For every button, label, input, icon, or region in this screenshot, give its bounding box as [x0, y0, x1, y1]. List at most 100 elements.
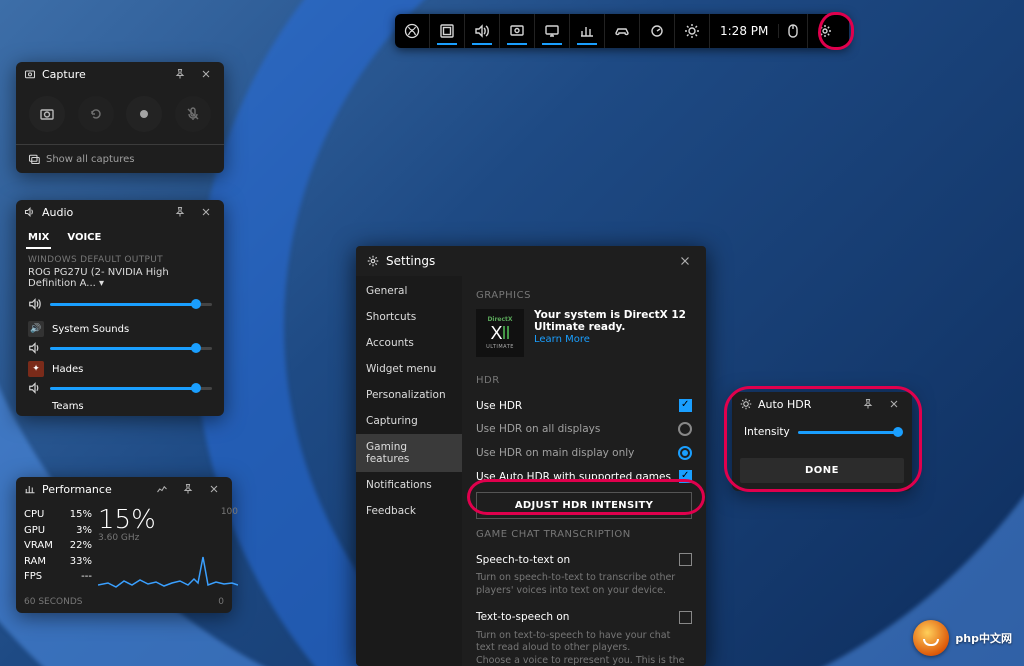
watermark: php中文网 [913, 620, 1012, 656]
settings-header[interactable]: Settings [356, 246, 706, 276]
nav-general[interactable]: General [356, 278, 462, 304]
gear-icon [366, 254, 380, 268]
mouse-button[interactable] [779, 14, 808, 48]
stt-sub: Turn on speech-to-text to transcribe oth… [476, 572, 692, 598]
audio-header[interactable]: Audio [16, 200, 224, 224]
system-sounds-slider[interactable] [50, 347, 212, 350]
hdr-section: HDR [476, 375, 692, 386]
record-icon [136, 106, 152, 122]
chart-toggle-icon[interactable] [152, 481, 172, 497]
nav-capturing[interactable]: Capturing [356, 408, 462, 434]
nav-personalization[interactable]: Personalization [356, 382, 462, 408]
use-hdr-checkbox[interactable] [679, 399, 692, 412]
tab-voice[interactable]: VOICE [65, 228, 103, 249]
cpu-chart [98, 545, 238, 593]
refresh-icon [88, 106, 104, 122]
nav-accounts[interactable]: Accounts [356, 330, 462, 356]
capture-header[interactable]: Capture [16, 62, 224, 86]
gallery-icon [28, 153, 40, 165]
use-auto-hdr-label: Use Auto HDR with supported games [476, 471, 671, 483]
nav-gaming-features[interactable]: Gaming features [356, 434, 462, 472]
widgets-icon [439, 23, 455, 39]
pin-icon[interactable] [858, 396, 878, 412]
metrics-list: CPU15% GPU3% VRAM22% RAM33% FPS--- [24, 507, 92, 595]
php-logo [913, 620, 949, 656]
app-system-sounds: 🔊 System Sounds [28, 321, 212, 337]
intensity-label: Intensity [744, 426, 790, 438]
nav-feedback[interactable]: Feedback [356, 498, 462, 524]
mic-button[interactable] [175, 96, 211, 132]
mouse-icon [786, 23, 800, 39]
nav-widget-menu[interactable]: Widget menu [356, 356, 462, 382]
capture-widget: Capture Show all captures [16, 62, 224, 173]
app-hades: ✦ Hades [28, 361, 212, 377]
close-icon[interactable] [196, 66, 216, 82]
volume-icon [28, 341, 42, 355]
tts-checkbox[interactable] [679, 611, 692, 624]
hdr-all-radio[interactable] [678, 422, 692, 436]
xbox-button[interactable] [395, 14, 430, 48]
nav-shortcuts[interactable]: Shortcuts [356, 304, 462, 330]
audio-title: Audio [42, 206, 164, 219]
brightness-button[interactable] [675, 14, 710, 48]
show-all-captures-link[interactable]: Show all captures [16, 144, 224, 173]
record-last-button[interactable] [78, 96, 114, 132]
cpu-big: 15% [98, 507, 156, 533]
hdr-main-radio[interactable] [678, 446, 692, 460]
gamepad-icon [614, 23, 630, 39]
display-button[interactable] [535, 14, 570, 48]
gear-icon [817, 23, 833, 39]
settings-content[interactable]: GRAPHICS DirectX XII ULTIMATE Your syste… [462, 276, 706, 666]
speaker-icon: 🔊 [28, 321, 44, 337]
settings-window: Settings General Shortcuts Accounts Widg… [356, 246, 706, 666]
tab-mix[interactable]: MIX [26, 228, 51, 249]
performance-header[interactable]: Performance [16, 477, 232, 501]
speedometer-icon [649, 23, 665, 39]
close-icon[interactable] [204, 481, 224, 497]
chart-icon [579, 23, 595, 39]
use-hdr-label: Use HDR [476, 400, 522, 412]
auto-hdr-header[interactable]: Auto HDR [732, 392, 912, 416]
resources-button[interactable] [640, 14, 675, 48]
settings-gear-button[interactable] [808, 14, 842, 48]
performance-button[interactable] [570, 14, 605, 48]
stt-checkbox[interactable] [679, 553, 692, 566]
chat-section: GAME CHAT TRANSCRIPTION [476, 529, 692, 540]
dx12-badge: DirectX XII ULTIMATE [476, 309, 524, 357]
screenshot-button[interactable] [29, 96, 65, 132]
close-icon[interactable] [674, 252, 696, 270]
performance-title: Performance [42, 483, 146, 496]
master-volume-slider[interactable] [50, 303, 212, 306]
use-hdr-all-label: Use HDR on all displays [476, 423, 600, 435]
capture-title: Capture [42, 68, 164, 81]
capture-button[interactable] [500, 14, 535, 48]
volume-icon [28, 381, 42, 395]
settings-title: Settings [386, 254, 668, 268]
adjust-hdr-button[interactable]: ADJUST HDR INTENSITY [476, 492, 692, 519]
widgets-button[interactable] [430, 14, 465, 48]
chart-max: 100 [221, 507, 238, 517]
audio-button[interactable] [465, 14, 500, 48]
camera-icon [39, 106, 55, 122]
auto-hdr-checkbox[interactable] [679, 470, 692, 483]
performance-widget: Performance CPU15% GPU3% VRAM22% RAM33% … [16, 477, 232, 613]
chart-icon [24, 483, 36, 495]
volume-icon [474, 23, 490, 39]
volume-icon [24, 206, 36, 218]
stt-label: Speech-to-text on [476, 554, 570, 566]
watermark-text: php中文网 [955, 630, 1012, 646]
output-device-dropdown[interactable]: ROG PG27U (2- NVIDIA High Definition A..… [16, 267, 224, 293]
intensity-slider[interactable] [798, 431, 900, 434]
pin-icon[interactable] [170, 204, 190, 220]
hades-slider[interactable] [50, 387, 212, 390]
learn-more-link[interactable]: Learn More [534, 334, 590, 345]
pin-icon[interactable] [170, 66, 190, 82]
games-button[interactable] [605, 14, 640, 48]
settings-nav: General Shortcuts Accounts Widget menu P… [356, 276, 462, 666]
pin-icon[interactable] [178, 481, 198, 497]
nav-notifications[interactable]: Notifications [356, 472, 462, 498]
close-icon[interactable] [196, 204, 216, 220]
close-icon[interactable] [884, 396, 904, 412]
done-button[interactable]: DONE [740, 458, 904, 483]
record-button[interactable] [126, 96, 162, 132]
